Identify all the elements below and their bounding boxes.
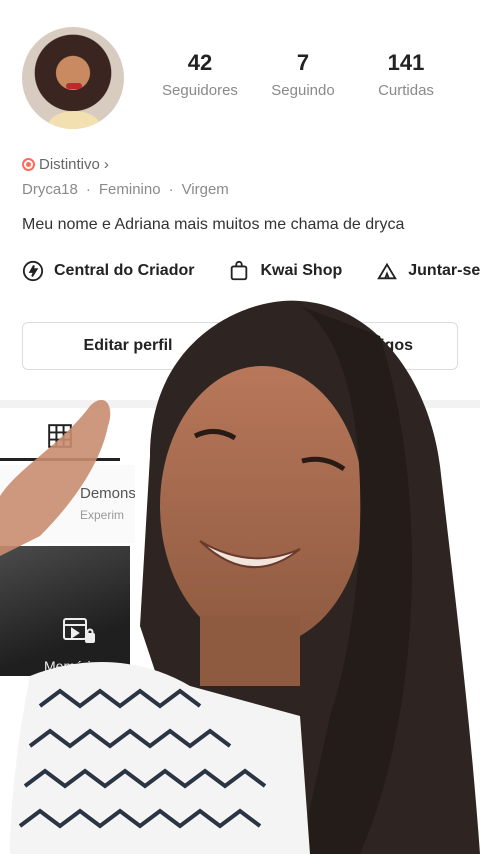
gender: Feminino xyxy=(98,181,161,198)
profile-bio: Meu nome e Adriana mais muitos me chama … xyxy=(22,216,405,233)
smile xyxy=(199,540,301,569)
edit-profile-button[interactable]: Editar perfil xyxy=(22,322,234,370)
badge-icon xyxy=(22,158,35,171)
meta-separator: · xyxy=(168,181,174,198)
followers-count: 42 xyxy=(187,50,213,75)
post-card-subtitle: Experim xyxy=(80,508,125,522)
tab-posts-grid[interactable] xyxy=(0,410,120,462)
left-eye xyxy=(193,429,237,441)
likes-stat[interactable]: 141 Curtidas xyxy=(356,50,456,99)
tent-icon xyxy=(377,262,398,280)
chevron-right-icon: › xyxy=(103,156,109,173)
hair-shape xyxy=(140,300,480,854)
creator-actions: Central do Criador Kwai Shop Juntar-se à xyxy=(22,260,480,282)
followers-stat[interactable]: 42 Seguidores xyxy=(150,50,250,99)
hair-front xyxy=(300,306,413,854)
meta-separator: · xyxy=(85,181,91,198)
likes-label: Curtidas xyxy=(378,82,434,99)
followers-label: Seguidores xyxy=(162,82,238,99)
post-card[interactable]: Demons Experim xyxy=(0,465,135,543)
creator-center-link[interactable]: Central do Criador xyxy=(22,260,194,282)
face-shape xyxy=(160,366,364,646)
shirt-shape xyxy=(10,662,310,854)
username: Dryca18 xyxy=(22,181,78,198)
zodiac-sign: Virgem xyxy=(181,181,229,198)
neck-shape xyxy=(200,616,300,686)
following-count: 7 xyxy=(296,50,310,75)
join-label: Juntar-se à xyxy=(408,262,480,279)
profile-avatar[interactable] xyxy=(22,27,124,129)
badge-link[interactable]: Distintivo › xyxy=(22,156,109,173)
friends-button[interactable]: igos xyxy=(246,322,458,370)
post-card-title: Demons xyxy=(80,485,135,502)
following-stat[interactable]: 7 Seguindo xyxy=(253,50,353,99)
badge-label: Distintivo xyxy=(39,156,100,173)
memories-label: Memórias xyxy=(44,658,106,674)
locked-video-icon xyxy=(63,618,95,643)
shopping-bag-icon xyxy=(231,260,248,281)
avatar-lips xyxy=(66,83,82,89)
likes-count: 141 xyxy=(387,50,425,75)
avatar-shirt xyxy=(48,111,100,129)
profile-meta: Dryca18 · Feminino · Virgem xyxy=(22,181,229,198)
grid-icon xyxy=(48,424,72,448)
following-label: Seguindo xyxy=(271,82,335,99)
join-link[interactable]: Juntar-se à xyxy=(376,260,480,282)
creator-center-label: Central do Criador xyxy=(54,262,195,279)
section-divider xyxy=(0,400,480,408)
active-tab-indicator xyxy=(0,458,120,461)
right-eye xyxy=(301,456,346,472)
kwai-shop-label: Kwai Shop xyxy=(260,262,343,279)
kwai-shop-link[interactable]: Kwai Shop xyxy=(228,260,342,282)
lightning-icon xyxy=(22,260,44,282)
memories-tile[interactable]: Memórias xyxy=(0,546,130,676)
